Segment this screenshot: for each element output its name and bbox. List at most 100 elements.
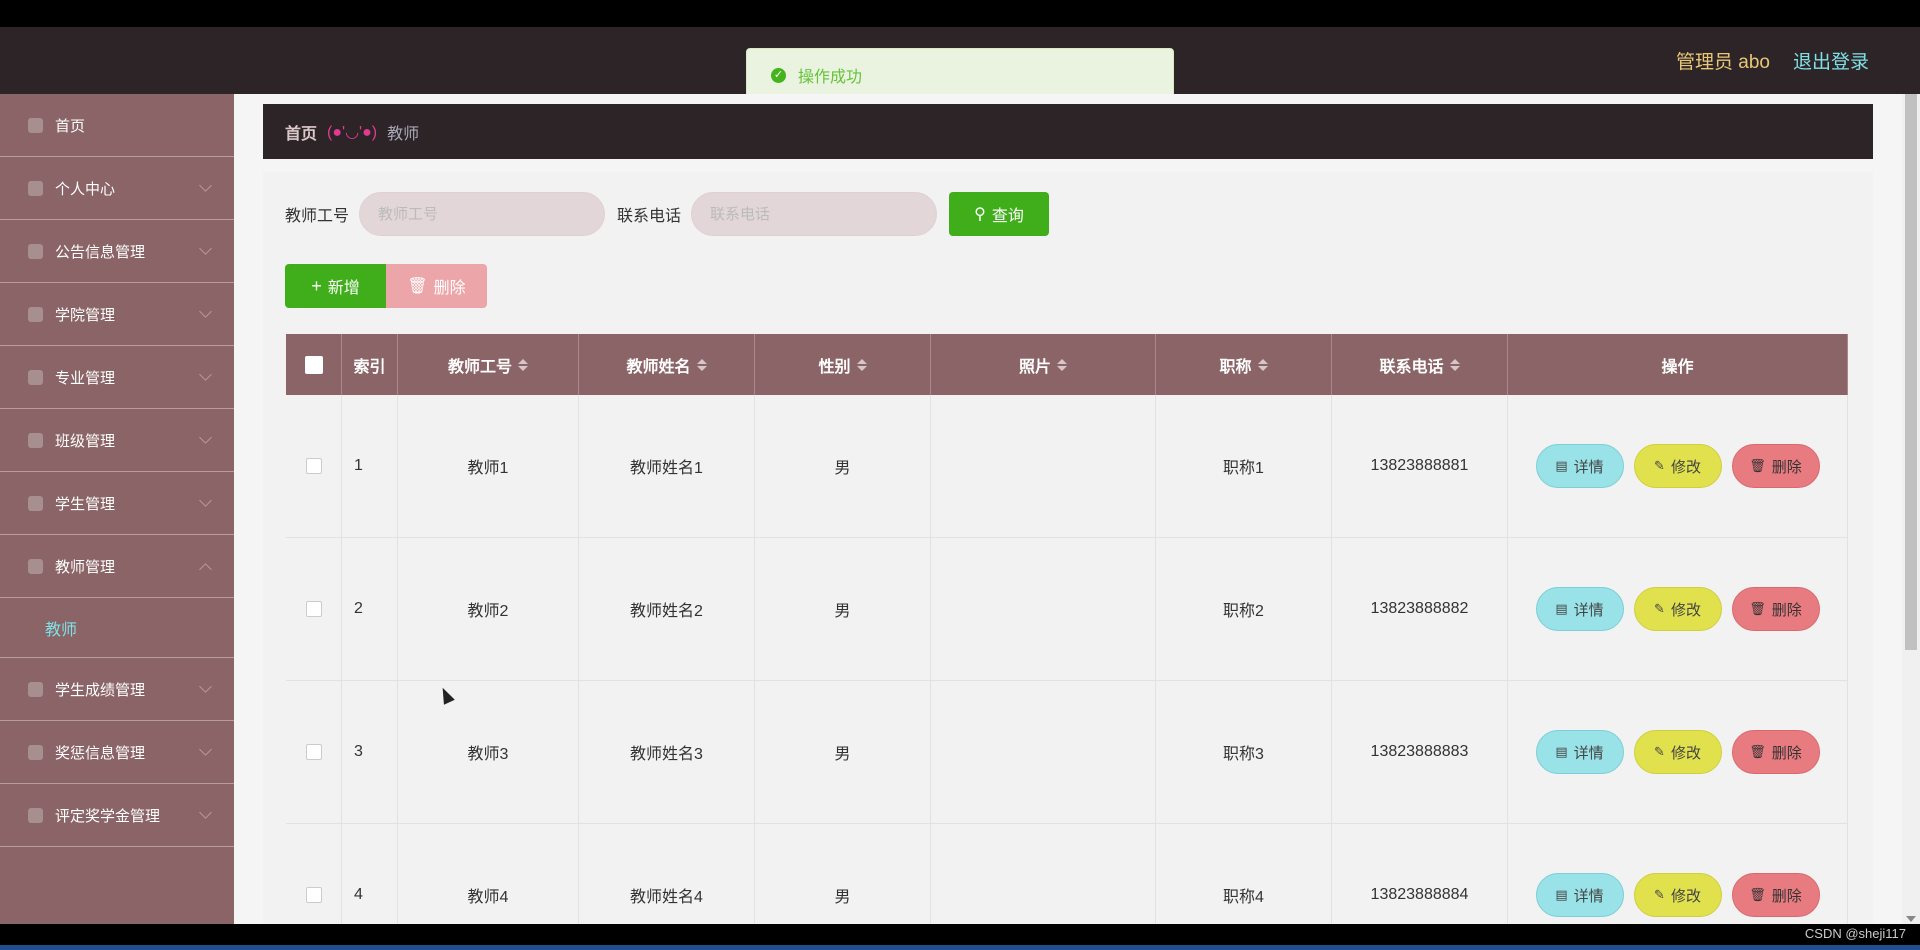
column-header-title[interactable]: 职称 [1156, 334, 1332, 395]
column-header-phone[interactable]: 联系电话 [1332, 334, 1508, 395]
table-header: 索引 教师工号 教师姓名 性别 照片 职称 联系电话 操作 [286, 334, 1848, 395]
column-header-label: 照片 [1018, 358, 1051, 376]
cell-actions: ▤ 详情 ✎ 修改 🗑 删除 [1508, 395, 1848, 537]
row-checkbox[interactable] [305, 887, 322, 903]
cell-title: 职称1 [1156, 395, 1332, 537]
column-header-gender[interactable]: 性别 [755, 334, 931, 395]
sort-icon[interactable] [1257, 358, 1268, 371]
sidebar-item-teacher[interactable]: 教师管理 [0, 535, 234, 598]
row-select-cell [286, 824, 342, 924]
cell-phone: 13823888882 [1332, 538, 1508, 680]
breadcrumb-home[interactable]: 首页 [285, 120, 317, 144]
edit-button-label: 修改 [1670, 887, 1701, 905]
progress-line [0, 945, 1920, 950]
edit-button-label: 修改 [1670, 458, 1701, 476]
scrollbar-thumb[interactable] [1905, 94, 1917, 650]
cell-name: 教师姓名4 [579, 824, 755, 924]
logout-link[interactable]: 退出登录 [1793, 47, 1869, 74]
trash-icon: 🗑 [1749, 601, 1766, 616]
delete-button[interactable]: 🗑 删除 [1731, 587, 1820, 631]
column-header-label: 职称 [1219, 358, 1252, 376]
column-header-name[interactable]: 教师姓名 [579, 334, 755, 395]
teacher-table: 索引 教师工号 教师姓名 性别 照片 职称 联系电话 操作 1 教师1 教师姓名… [286, 334, 1848, 924]
sort-icon[interactable] [1449, 358, 1460, 371]
cell-phone: 13823888881 [1332, 395, 1508, 537]
edit-button[interactable]: ✎ 修改 [1633, 444, 1722, 488]
chevron-down-icon [199, 743, 212, 756]
sidebar-item-notice[interactable]: 公告信息管理 [0, 220, 234, 283]
detail-button[interactable]: ▤ 详情 [1535, 587, 1624, 631]
detail-button[interactable]: ▤ 详情 [1535, 730, 1624, 774]
edit-button[interactable]: ✎ 修改 [1633, 873, 1722, 917]
sort-icon[interactable] [696, 358, 707, 371]
sidebar-item-label: 首页 [55, 117, 86, 135]
sidebar-item-profile[interactable]: 个人中心 [0, 157, 234, 220]
globe-icon [28, 558, 43, 574]
chevron-down-icon [199, 806, 212, 819]
delete-button[interactable]: 🗑 删除 [1731, 444, 1820, 488]
cell-name: 教师姓名3 [579, 681, 755, 823]
delete-button-label: 删除 [1771, 601, 1802, 619]
phone-input[interactable] [691, 192, 938, 236]
detail-button-label: 详情 [1573, 601, 1604, 619]
edit-button[interactable]: ✎ 修改 [1633, 730, 1722, 774]
row-checkbox[interactable] [305, 458, 322, 474]
query-button[interactable]: ⚲ 查询 [949, 192, 1050, 236]
cell-gender: 男 [755, 824, 931, 924]
delete-button[interactable]: 🗑 删除 [1731, 730, 1820, 774]
cell-gender: 男 [755, 538, 931, 680]
cell-index: 2 [342, 538, 398, 680]
chevron-down-icon [199, 680, 212, 693]
cell-photo [931, 538, 1156, 680]
pencil-icon: ✎ [1654, 887, 1665, 902]
pencil-icon: ✎ [1654, 458, 1665, 473]
scroll-down-arrow-icon[interactable] [1906, 916, 1916, 922]
cell-actions: ▤ 详情 ✎ 修改 🗑 删除 [1508, 538, 1848, 680]
top-black-bar [0, 0, 1920, 27]
detail-button-label: 详情 [1573, 458, 1604, 476]
sidebar-item-college[interactable]: 学院管理 [0, 283, 234, 346]
add-button[interactable]: + 新增 [285, 264, 386, 308]
sidebar-item-home[interactable]: 首页 [0, 94, 234, 157]
sort-icon[interactable] [1057, 358, 1067, 371]
circle-icon [28, 744, 43, 760]
sidebar-item-major[interactable]: 专业管理 [0, 346, 234, 409]
table-row: 3 教师3 教师姓名3 男 职称3 13823888883 ▤ 详情 ✎ 修改 🗑 删… [286, 681, 1848, 824]
column-header-teacher-id[interactable]: 教师工号 [398, 334, 579, 395]
sort-icon[interactable] [856, 358, 867, 371]
pencil-icon: ✎ [1654, 601, 1665, 616]
sidebar-item-grades[interactable]: 学生成绩管理 [0, 658, 234, 721]
location-icon [28, 495, 43, 511]
cell-actions: ▤ 详情 ✎ 修改 🗑 删除 [1508, 824, 1848, 924]
sidebar-item-class[interactable]: 班级管理 [0, 409, 234, 472]
column-header-photo[interactable]: 照片 [931, 334, 1156, 395]
row-checkbox[interactable] [305, 601, 322, 617]
detail-button[interactable]: ▤ 详情 [1535, 873, 1624, 917]
detail-button[interactable]: ▤ 详情 [1535, 444, 1624, 488]
breadcrumb: 首页 (●'◡'●) 教师 [263, 104, 1873, 159]
row-checkbox[interactable] [305, 744, 322, 760]
table-row: 4 教师4 教师姓名4 男 职称4 13823888884 ▤ 详情 ✎ 修改 🗑 删… [286, 824, 1848, 924]
edit-button[interactable]: ✎ 修改 [1633, 587, 1722, 631]
sidebar-item-label: 教师管理 [55, 558, 116, 576]
teacher-id-label: 教师工号 [285, 208, 350, 225]
chevron-down-icon [199, 368, 212, 381]
select-all-checkbox[interactable] [304, 355, 323, 374]
sidebar-item-scholarship[interactable]: 评定奖学金管理 [0, 784, 234, 847]
batch-delete-label: 删除 [433, 280, 466, 297]
sidebar-item-student[interactable]: 学生管理 [0, 472, 234, 535]
sidebar-item-rewards[interactable]: 奖惩信息管理 [0, 721, 234, 784]
batch-delete-button[interactable]: 🗑 删除 [386, 264, 487, 308]
cell-title: 职称4 [1156, 824, 1332, 924]
teacher-id-input[interactable] [359, 192, 606, 236]
trash-icon: 🗑 [1749, 887, 1766, 902]
sidebar-subitem-teacher[interactable]: 教师 [0, 598, 234, 658]
search-icon: ⚲ [974, 206, 986, 223]
sort-icon[interactable] [518, 358, 528, 371]
page-scrollbar[interactable] [1902, 94, 1920, 924]
bottom-bar: CSDN @sheji117 [0, 924, 1920, 950]
edit-button-label: 修改 [1670, 601, 1701, 619]
trash-icon: 🗑 [407, 278, 428, 295]
delete-button[interactable]: 🗑 删除 [1731, 873, 1820, 917]
query-button-label: 查询 [991, 208, 1024, 225]
